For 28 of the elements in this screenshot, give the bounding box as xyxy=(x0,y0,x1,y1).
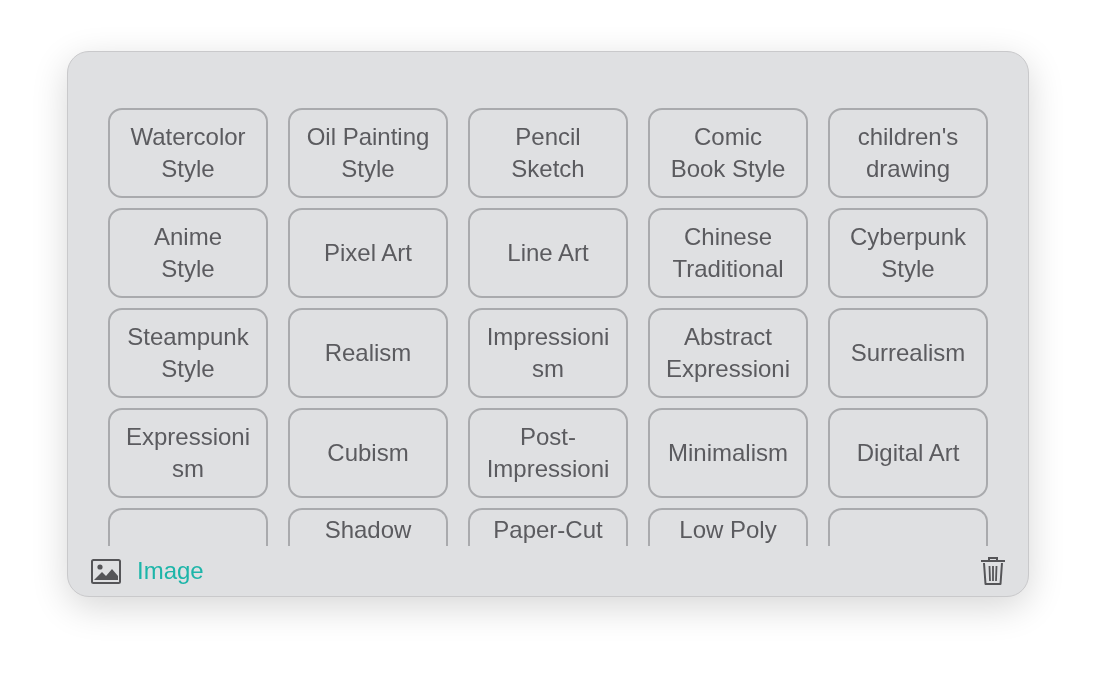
style-tile[interactable]: Minimalism xyxy=(648,408,808,498)
image-icon xyxy=(91,558,121,584)
style-tile[interactable]: Low Poly xyxy=(648,508,808,546)
style-tile[interactable]: Realism xyxy=(288,308,448,398)
style-tile[interactable]: Impressionism xyxy=(468,308,628,398)
style-tile[interactable]: Oil Painting Style xyxy=(288,108,448,198)
style-tile[interactable]: Cyberpunk Style xyxy=(828,208,988,298)
style-tile[interactable]: Line Art xyxy=(468,208,628,298)
style-tile[interactable]: children's drawing xyxy=(828,108,988,198)
style-tile[interactable]: Steampunk Style xyxy=(108,308,268,398)
style-tile[interactable]: Cubism xyxy=(288,408,448,498)
style-tile[interactable]: Shadow xyxy=(288,508,448,546)
style-tile[interactable]: Expressionism xyxy=(108,408,268,498)
style-tile[interactable]: Pixel Art xyxy=(288,208,448,298)
style-tile[interactable]: Pencil Sketch xyxy=(468,108,628,198)
style-tile[interactable]: Abstract Expressioni xyxy=(648,308,808,398)
style-tile[interactable]: Paper-Cut xyxy=(468,508,628,546)
style-tile[interactable]: Surrealism xyxy=(828,308,988,398)
style-tile[interactable]: Watercolor Style xyxy=(108,108,268,198)
style-tile[interactable]: Chinese Traditional xyxy=(648,208,808,298)
style-tile[interactable]: Digital Art xyxy=(828,408,988,498)
style-tile[interactable]: Post-Impressioni xyxy=(468,408,628,498)
style-tile[interactable]: Anime Style xyxy=(108,208,268,298)
delete-button[interactable] xyxy=(980,556,1006,586)
style-tile[interactable] xyxy=(828,508,988,546)
trash-icon xyxy=(980,556,1006,586)
style-tile[interactable]: Comic Book Style xyxy=(648,108,808,198)
style-tile[interactable] xyxy=(108,508,268,546)
